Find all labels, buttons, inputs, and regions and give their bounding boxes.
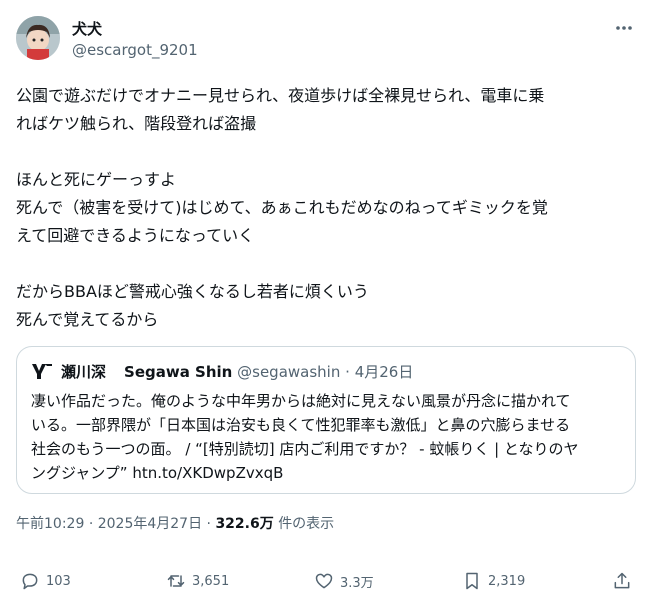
avatar[interactable] — [16, 16, 60, 60]
retweet-count: 3,651 — [192, 573, 230, 589]
like-button[interactable]: 3.3万 — [314, 568, 374, 594]
retweet-button[interactable]: 3,651 — [166, 568, 229, 594]
view-count-label: 件の表示 — [278, 516, 335, 532]
like-count: 3.3万 — [340, 575, 374, 591]
quoted-author-name-en: Segawa Shin — [124, 363, 233, 381]
author-handle[interactable]: @escargot_9201 — [72, 41, 198, 59]
tweet-header: 犬犬 @escargot_9201 — [16, 16, 634, 64]
quoted-tweet-header: 瀬川深 Segawa Shin @segawashin · 4月26日 — [31, 361, 621, 383]
reply-icon — [22, 573, 38, 590]
tweet-meta: 午前10:29 · 2025年4月27日 · 322.6万 件の表示 — [16, 513, 334, 533]
meta-separator: · — [206, 516, 211, 532]
quoted-author-handle: @segawashin — [237, 363, 341, 381]
heart-icon — [315, 573, 333, 589]
meta-separator: · — [88, 516, 94, 532]
author-display-name[interactable]: 犬犬 — [72, 18, 102, 39]
share-button[interactable] — [612, 568, 638, 594]
quoted-author-name: 瀬川深 — [61, 363, 107, 381]
view-count: 322.6万 — [215, 516, 274, 532]
bookmark-button[interactable]: 2,319 — [462, 568, 525, 594]
quoted-separator: · — [345, 363, 350, 381]
share-icon — [614, 572, 630, 589]
retweet-icon — [167, 575, 185, 587]
reply-count: 103 — [46, 573, 71, 589]
tweet-time[interactable]: 午前10:29 — [16, 516, 84, 532]
publisher-logo-icon — [32, 364, 52, 379]
quoted-tweet[interactable]: 瀬川深 Segawa Shin @segawashin · 4月26日 凄い作品だ… — [16, 346, 636, 494]
more-horizontal-icon — [616, 26, 632, 30]
bookmark-count: 2,319 — [488, 573, 526, 589]
avatar-image — [16, 16, 60, 60]
more-options-button[interactable] — [614, 18, 634, 43]
quoted-date: 4月26日 — [354, 363, 414, 381]
quoted-tweet-text: 凄い作品だった。俺のような中年男からは絶対に見えない風景が丹念に描かれて いる。… — [31, 392, 579, 482]
tweet-text: 公園で遊ぶだけでオナニー見せられ、夜道歩けば全裸見せられ、電車に乗 ればケツ触ら… — [16, 86, 548, 329]
tweet-date[interactable]: 2025年4月27日 — [98, 516, 202, 532]
action-bar: 103 3,651 3.3万 2,319 — [16, 568, 638, 594]
reply-button[interactable]: 103 — [20, 568, 71, 594]
bookmark-icon — [466, 572, 478, 590]
